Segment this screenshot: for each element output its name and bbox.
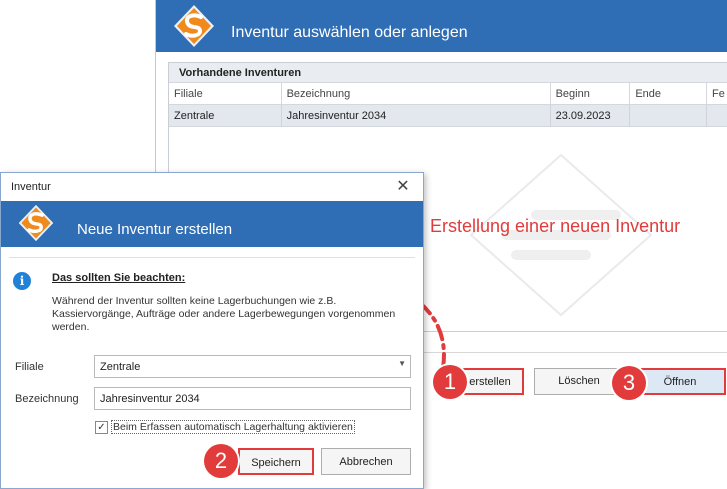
cell-filiale: Zentrale xyxy=(169,105,282,126)
cancel-button[interactable]: Abbrechen xyxy=(321,448,411,475)
save-button[interactable]: Speichern xyxy=(238,448,314,475)
bezeichnung-input[interactable]: Jahresinventur 2034 xyxy=(94,387,411,410)
info-icon: i xyxy=(13,272,31,290)
delete-button[interactable]: Löschen xyxy=(534,368,624,395)
auto-stock-checkbox-row[interactable]: ✓ Beim Erfassen automatisch Lagerhaltung… xyxy=(95,418,355,436)
checkbox-check-icon[interactable]: ✓ xyxy=(95,420,108,434)
bezeichnung-label: Bezeichnung xyxy=(15,393,79,405)
dialog-header: Neue Inventur erstellen xyxy=(1,201,423,247)
app-logo-icon xyxy=(18,204,54,242)
close-icon[interactable]: ✕ xyxy=(391,176,415,198)
column-header-beginn[interactable]: Beginn xyxy=(551,83,631,104)
cell-bezeichnung: Jahresinventur 2034 xyxy=(282,105,551,126)
info-notice: i Das sollten Sie beachten: Während der … xyxy=(9,257,415,345)
column-header-ende[interactable]: Ende xyxy=(630,83,708,104)
table-row[interactable]: Zentrale Jahresinventur 2034 23.09.2023 xyxy=(169,105,727,127)
cell-ende xyxy=(630,105,708,126)
grid-group-label: Vorhandene Inventuren xyxy=(169,63,727,83)
filiale-select[interactable]: Zentrale ▼ xyxy=(94,355,411,378)
cell-fe xyxy=(707,105,727,126)
step-badge-3: 3 xyxy=(612,366,646,400)
annotation-caption: Erstellung einer neuen Inventur xyxy=(430,216,681,236)
info-text: Während der Inventur sollten keine Lager… xyxy=(52,295,396,333)
step-badge-1: 1 xyxy=(433,365,467,399)
column-header-bezeichnung[interactable]: Bezeichnung xyxy=(282,83,551,104)
window-header: Inventur auswählen oder anlegen xyxy=(156,0,727,52)
window-title: Inventur auswählen oder anlegen xyxy=(231,24,468,41)
dropdown-arrow-icon[interactable]: ▼ xyxy=(398,359,406,368)
filiale-label: Filiale xyxy=(15,361,44,373)
app-logo-icon xyxy=(174,5,214,47)
auto-stock-checkbox-label[interactable]: Beim Erfassen automatisch Lagerhaltung a… xyxy=(111,420,355,434)
column-header-filiale[interactable]: Filiale xyxy=(169,83,282,104)
open-button[interactable]: Öffnen xyxy=(634,368,726,395)
filiale-select-value: Zentrale xyxy=(100,361,141,373)
dialog-window-title: Inventur xyxy=(11,181,51,193)
dialog-heading: Neue Inventur erstellen xyxy=(77,221,233,238)
grid-header: Filiale Bezeichnung Beginn Ende Fe xyxy=(169,83,727,105)
new-inventory-dialog: Inventur ✕ Neue Inventur erstellen i Das… xyxy=(0,172,424,489)
dialog-titlebar: Inventur ✕ xyxy=(1,173,423,201)
step-badge-2: 2 xyxy=(204,444,238,478)
cell-beginn: 23.09.2023 xyxy=(551,105,631,126)
info-title: Das sollten Sie beachten: xyxy=(52,272,186,284)
column-header-fe[interactable]: Fe xyxy=(707,83,727,104)
